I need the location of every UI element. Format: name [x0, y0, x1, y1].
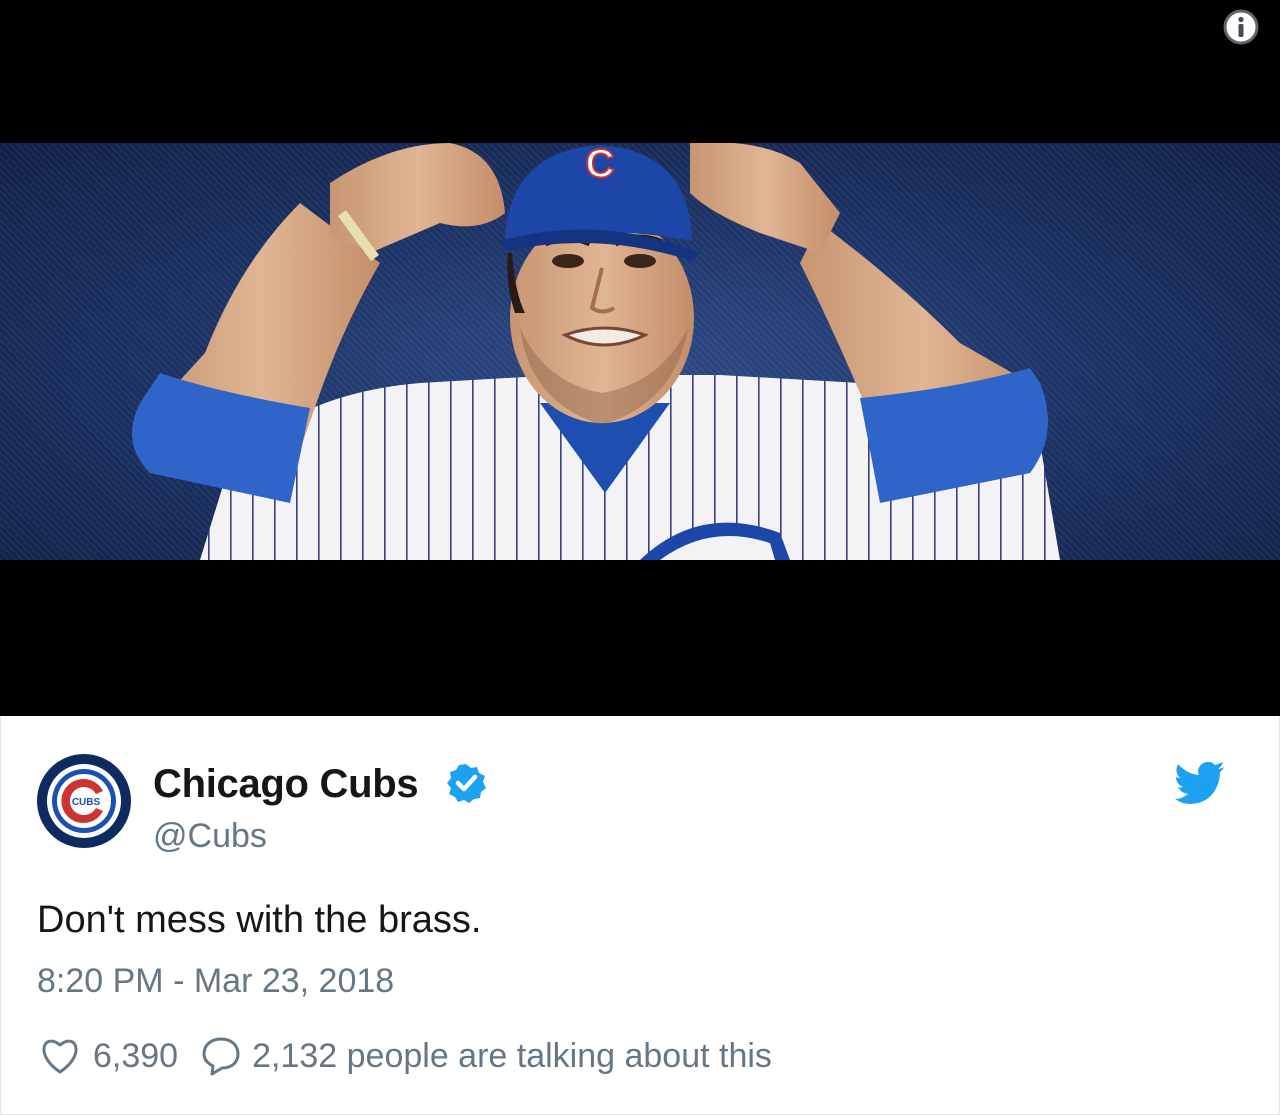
talking-count: 2,132 people are talking about this	[252, 1036, 772, 1075]
info-icon[interactable]	[1222, 8, 1260, 46]
tweet-timestamp[interactable]: 8:20 PM - Mar 23, 2018	[37, 962, 394, 1001]
author-avatar[interactable]: CUBS	[37, 754, 131, 848]
author-display-name[interactable]: Chicago Cubs	[153, 762, 419, 807]
like-count: 6,390	[93, 1036, 179, 1075]
video-frame[interactable]: C	[0, 143, 1280, 560]
tweet-media[interactable]: C	[0, 0, 1280, 716]
speech-bubble-icon	[202, 1037, 240, 1076]
like-button[interactable]: 6,390	[39, 1036, 178, 1076]
cap-logo: C	[586, 143, 615, 186]
heart-icon	[42, 1039, 78, 1074]
cubs-logo-icon: CUBS	[37, 754, 131, 848]
tweet-card: CUBS Chicago Cubs @Cubs Don't mess with …	[0, 716, 1280, 1115]
avatar-text: CUBS	[72, 797, 101, 808]
tweet-actions: 6,390 2,132 people are talking about thi…	[39, 1034, 772, 1078]
author-handle[interactable]: @Cubs	[153, 817, 267, 856]
twitter-bird-icon[interactable]	[1175, 762, 1225, 804]
tweet-text: Don't mess with the brass.	[37, 899, 482, 941]
verified-badge-icon	[447, 764, 486, 803]
player-photo: C	[132, 143, 1060, 560]
reply-button[interactable]: 2,132 people are talking about this	[178, 1035, 772, 1077]
